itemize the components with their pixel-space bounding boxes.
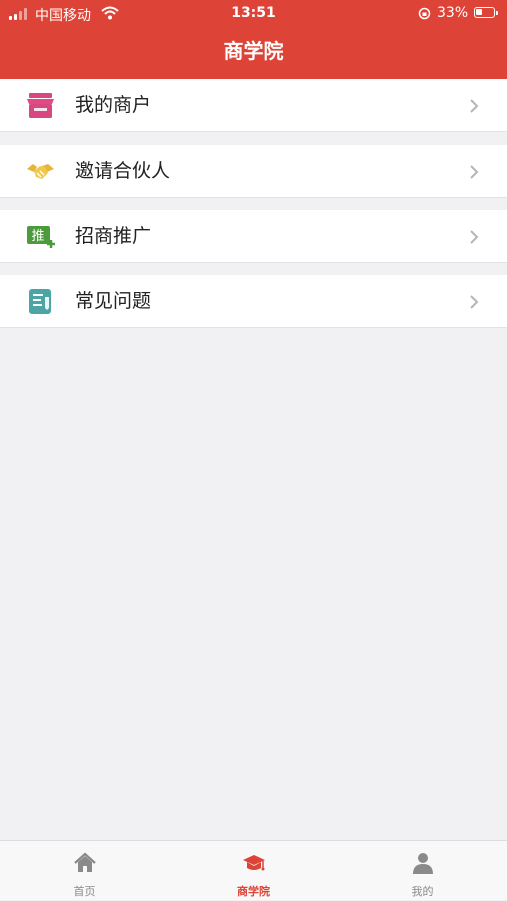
app-header: 中国移动 13:51 33% 商学院 <box>0 0 507 79</box>
menu-item-merchant-promotion[interactable]: 推 招商推广 <box>0 210 507 263</box>
tab-label: 首页 <box>73 885 96 898</box>
orientation-lock-icon <box>418 7 431 20</box>
chevron-right-icon <box>470 230 479 244</box>
bottom-tab-bar: 首页 商学院 我的 <box>0 840 507 900</box>
tab-home[interactable]: 首页 <box>0 841 169 901</box>
notebook-icon <box>29 289 51 314</box>
tab-business-school[interactable]: 商学院 <box>169 841 338 901</box>
menu-item-faq[interactable]: 常见问题 <box>0 275 507 328</box>
home-icon <box>74 852 96 872</box>
store-icon <box>27 93 54 118</box>
battery-percentage: 33% <box>437 5 469 21</box>
menu-item-label: 招商推广 <box>75 225 152 247</box>
menu-item-label: 邀请合伙人 <box>75 160 171 182</box>
page-title: 商学院 <box>223 39 284 63</box>
chevron-right-icon <box>470 295 479 309</box>
user-icon <box>413 853 433 874</box>
status-bar: 中国移动 13:51 33% <box>0 0 507 28</box>
menu-item-label: 我的商户 <box>75 94 152 116</box>
graduation-cap-icon <box>243 855 265 871</box>
menu-item-my-merchants[interactable]: 我的商户 <box>0 79 507 132</box>
tab-mine[interactable]: 我的 <box>338 841 507 901</box>
chevron-right-icon <box>470 165 479 179</box>
menu-item-invite-partner[interactable]: 邀请合伙人 <box>0 145 507 198</box>
promote-badge-icon: 推 <box>27 226 55 248</box>
battery-icon <box>474 7 498 18</box>
handshake-icon <box>27 164 54 179</box>
tab-label: 我的 <box>411 885 434 898</box>
menu-item-label: 常见问题 <box>75 290 152 312</box>
promote-badge-text: 推 <box>31 229 44 244</box>
tab-label: 商学院 <box>237 885 270 898</box>
chevron-right-icon <box>470 99 479 113</box>
